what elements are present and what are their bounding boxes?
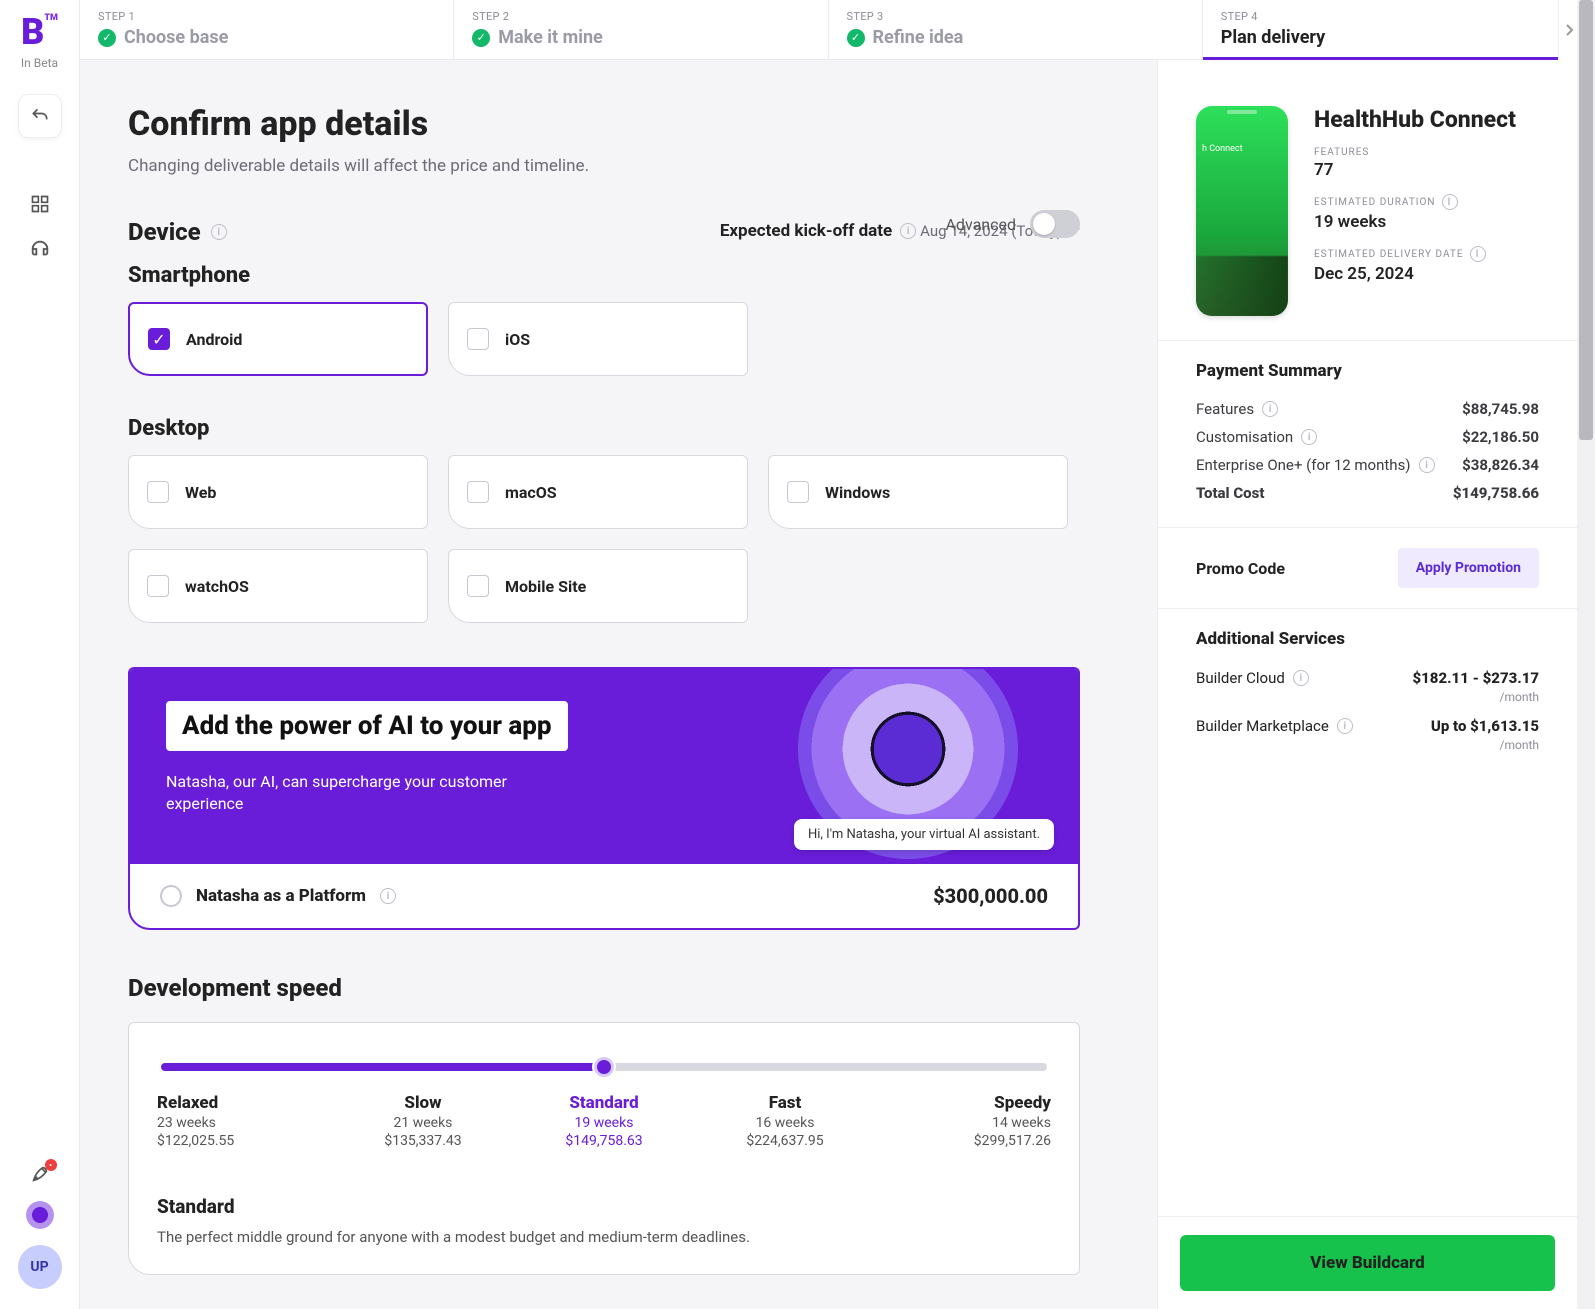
check-icon: ✓ <box>847 29 865 47</box>
info-icon[interactable]: i <box>1470 246 1486 262</box>
duration-value: 19 weeks <box>1314 212 1516 232</box>
phone-preview: h Connect <box>1196 106 1288 316</box>
step-2[interactable]: STEP 2 ✓Make it mine <box>454 0 828 59</box>
view-buildcard-button[interactable]: View Buildcard <box>1180 1235 1555 1291</box>
additional-services-heading: Additional Services <box>1196 629 1539 649</box>
speed-standard[interactable]: Standard 19 weeks $149,758.63 <box>519 1093 689 1149</box>
rocket-badge: • <box>45 1159 57 1171</box>
ai-banner: Add the power of AI to your app Natasha,… <box>128 667 1080 930</box>
summary-row-enterprise: Enterprise One+ (for 12 months)i $38,826… <box>1196 451 1539 479</box>
speed-slow[interactable]: Slow 21 weeks $135,337.43 <box>338 1093 508 1149</box>
summary-row-customisation: Customisationi $22,186.50 <box>1196 423 1539 451</box>
platform-watchos[interactable]: watchOS <box>128 549 428 623</box>
page-subtitle: Changing deliverable details will affect… <box>128 156 1080 176</box>
info-icon[interactable]: i <box>1419 457 1435 473</box>
ai-banner-title: Add the power of AI to your app <box>166 701 568 751</box>
scrollbar-track[interactable] <box>1577 0 1595 1309</box>
info-icon[interactable]: i <box>900 223 916 239</box>
ai-option-price: $300,000.00 <box>933 884 1048 908</box>
advanced-toggle[interactable] <box>1030 210 1080 238</box>
kickoff-label: Expected kick-off date i <box>720 221 916 241</box>
info-icon[interactable]: i <box>211 224 227 240</box>
platform-web[interactable]: Web <box>128 455 428 529</box>
checkbox-icon <box>787 481 809 503</box>
page-title: Confirm app details <box>128 104 1080 144</box>
ai-banner-desc: Natasha, our AI, can supercharge your cu… <box>166 771 536 816</box>
features-label: FEATURES <box>1314 147 1516 158</box>
scrollbar-thumb[interactable] <box>1579 0 1593 440</box>
advanced-label: Advanced <box>945 215 1016 234</box>
checkbox-icon: ✓ <box>148 328 170 350</box>
duration-label: ESTIMATED DURATION i <box>1314 194 1516 210</box>
check-icon: ✓ <box>472 29 490 47</box>
features-value: 77 <box>1314 160 1516 180</box>
checkbox-icon <box>467 575 489 597</box>
desktop-heading: Desktop <box>128 416 1080 441</box>
summary-row-total: Total Cost $149,758.66 <box>1196 479 1539 507</box>
promo-label: Promo Code <box>1196 559 1285 578</box>
speed-heading: Development speed <box>128 974 342 1002</box>
speed-fast[interactable]: Fast 16 weeks $224,637.95 <box>700 1093 870 1149</box>
info-icon[interactable]: i <box>1442 194 1458 210</box>
platform-windows[interactable]: Windows <box>768 455 1068 529</box>
app-name: HealthHub Connect <box>1314 106 1516 133</box>
summary-row-features: Featuresi $88,745.98 <box>1196 395 1539 423</box>
speed-relaxed[interactable]: Relaxed 23 weeks $122,025.55 <box>157 1093 327 1149</box>
stepper: STEP 1 ✓Choose base STEP 2 ✓Make it mine… <box>80 0 1577 60</box>
smartphone-heading: Smartphone <box>128 263 1080 288</box>
platform-ios[interactable]: iOS <box>448 302 748 376</box>
ai-option-name: Natasha as a Platform <box>196 886 366 906</box>
info-icon[interactable]: i <box>1337 718 1353 734</box>
platform-android[interactable]: ✓ Android <box>128 302 428 376</box>
stepper-next-button[interactable] <box>1558 0 1578 60</box>
step-4[interactable]: STEP 4 Plan delivery <box>1203 0 1577 59</box>
speed-selected-desc: The perfect middle ground for anyone wit… <box>157 1228 1051 1246</box>
speed-speedy[interactable]: Speedy 14 weeks $299,517.26 <box>881 1093 1051 1149</box>
avatar[interactable]: UP <box>18 1245 62 1289</box>
step-1[interactable]: STEP 1 ✓Choose base <box>80 0 454 59</box>
summary-sidebar: h Connect HealthHub Connect FEATURES 77 … <box>1157 60 1577 1309</box>
beta-label: In Beta <box>21 56 58 70</box>
rocket-button[interactable]: • <box>29 1163 51 1185</box>
additional-row-marketplace: Builder Marketplacei Up to $1,613.15/mon… <box>1196 711 1539 759</box>
undo-icon <box>30 106 50 126</box>
assistant-chat-bubble: Hi, I'm Natasha, your virtual AI assista… <box>794 819 1054 850</box>
info-icon[interactable]: i <box>1293 670 1309 686</box>
support-icon[interactable] <box>29 238 51 260</box>
checkbox-icon <box>467 328 489 350</box>
step-3[interactable]: STEP 3 ✓Refine idea <box>829 0 1203 59</box>
device-heading: Device <box>128 218 201 246</box>
checkbox-icon <box>147 481 169 503</box>
additional-row-cloud: Builder Cloudi $182.11 - $273.17/month <box>1196 663 1539 711</box>
checkbox-icon <box>467 481 489 503</box>
logo[interactable]: BTM <box>21 14 58 50</box>
apps-icon[interactable] <box>30 194 50 214</box>
info-icon[interactable]: i <box>1262 401 1278 417</box>
speed-selected-title: Standard <box>157 1195 1051 1218</box>
radio-icon[interactable] <box>160 885 182 907</box>
undo-button[interactable] <box>18 94 62 138</box>
platform-macos[interactable]: macOS <box>448 455 748 529</box>
delivery-value: Dec 25, 2024 <box>1314 264 1516 284</box>
check-icon: ✓ <box>98 29 116 47</box>
chevron-right-icon <box>1564 23 1574 37</box>
main-content: Confirm app details Changing deliverable… <box>80 60 1120 1309</box>
info-icon[interactable]: i <box>380 888 396 904</box>
info-icon[interactable]: i <box>1301 429 1317 445</box>
apply-promotion-button[interactable]: Apply Promotion <box>1398 548 1539 588</box>
assistant-pulse-icon[interactable] <box>26 1201 54 1229</box>
left-rail: BTM In Beta • UP <box>0 0 80 1309</box>
payment-summary-heading: Payment Summary <box>1196 361 1539 381</box>
speed-card: Relaxed 23 weeks $122,025.55 Slow 21 wee… <box>128 1022 1080 1275</box>
platform-mobile-site[interactable]: Mobile Site <box>448 549 748 623</box>
slider-thumb-icon[interactable] <box>594 1057 614 1077</box>
delivery-label: ESTIMATED DELIVERY DATE i <box>1314 246 1516 262</box>
speed-slider[interactable] <box>161 1063 1047 1071</box>
checkbox-icon <box>147 575 169 597</box>
